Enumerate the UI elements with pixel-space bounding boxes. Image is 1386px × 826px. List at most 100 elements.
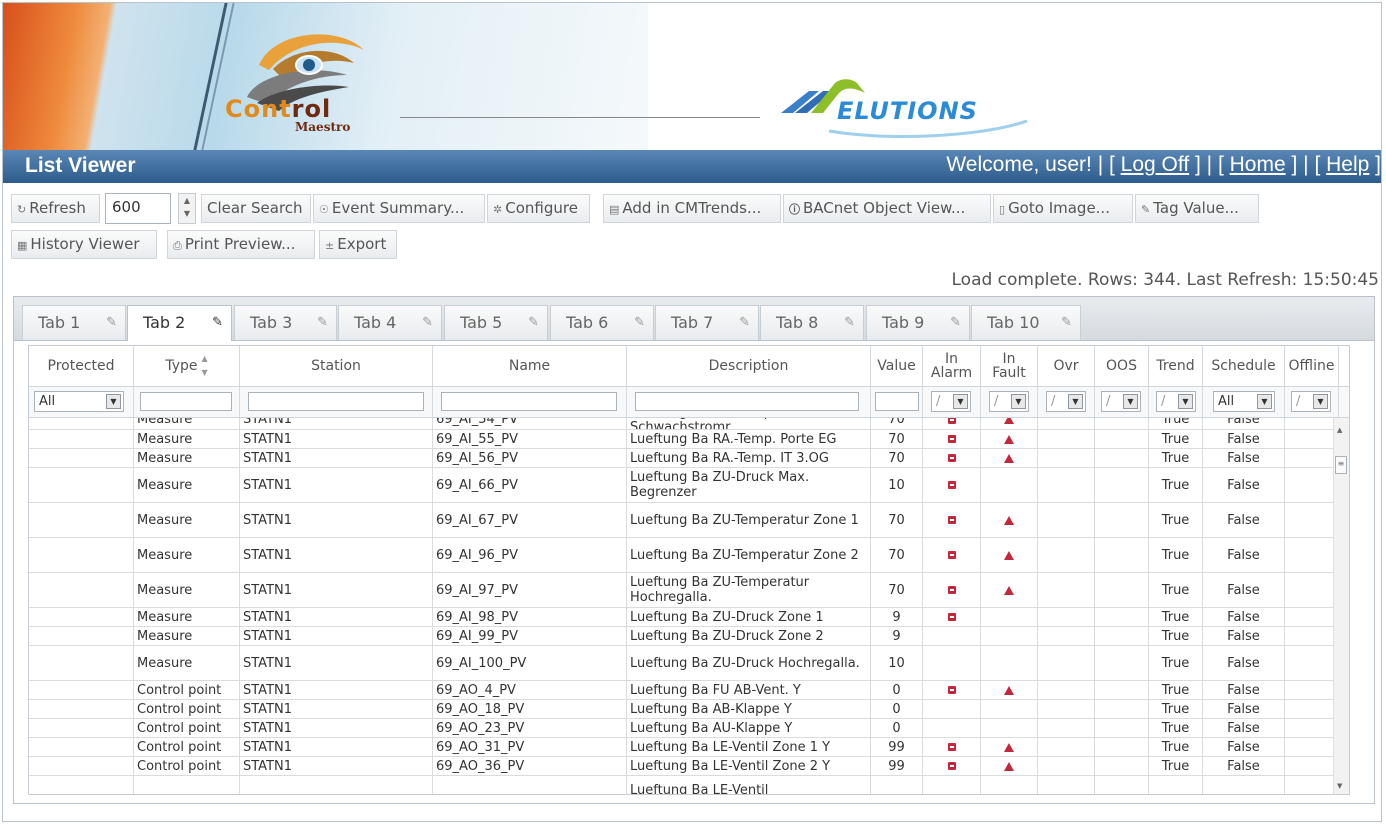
table-row[interactable]: Measure STATN1 69_AI_56_PV Lueftung Ba RA.-… — [29, 449, 1334, 468]
table-row[interactable]: Measure STATN1 69_AI_97_PV Lueftung Ba ZU-T… — [29, 573, 1334, 608]
tab-3[interactable]: Tab 3 ✎ — [234, 305, 337, 340]
dropdown-icon: ▼ — [1257, 394, 1272, 409]
trend-filter-select[interactable]: / ▼ — [1156, 391, 1196, 412]
table-row[interactable]: Measure STATN1 69_AI_98_PV Lueftung Ba ZU-D… — [29, 608, 1334, 627]
tab-2[interactable]: Tab 2 ✎ — [127, 305, 232, 341]
tab-8[interactable]: Tab 8 ✎ — [760, 305, 864, 340]
empty-cell — [1038, 468, 1095, 502]
in-fault-cell — [981, 700, 1038, 718]
scrollbar-thumb[interactable]: ≡ — [1335, 456, 1347, 474]
help-link[interactable]: Help — [1326, 153, 1369, 176]
table-row[interactable]: Control point STATN1 69_AO_36_PV Lueftung B… — [29, 757, 1334, 776]
tab-1[interactable]: Tab 1 ✎ — [22, 305, 126, 340]
refresh-interval-stepper[interactable]: ▲ ▼ — [178, 193, 196, 224]
scroll-down-icon[interactable]: ▼ — [1337, 782, 1342, 790]
edit-icon[interactable]: ✎ — [1061, 306, 1072, 339]
home-link[interactable]: Home — [1230, 153, 1286, 176]
oos-filter-select[interactable]: / ▼ — [1101, 391, 1141, 412]
edit-icon[interactable]: ✎ — [634, 306, 645, 339]
table-row[interactable]: Measure STATN1 69_AI_99_PV Lueftung Ba ZU-D… — [29, 627, 1334, 646]
table-row[interactable]: Lueftung Ba LE-Ventil — [29, 776, 1334, 794]
column-header-type[interactable]: Type ▲ ▼ — [134, 346, 240, 386]
column-header-protected[interactable]: Protected — [29, 346, 134, 386]
goto-image-button[interactable]: ▯ Goto Image... — [993, 194, 1133, 223]
in-alarm-cell — [923, 608, 981, 626]
table-row[interactable]: Control point STATN1 69_AO_23_PV Lueftung B… — [29, 719, 1334, 738]
table-row[interactable]: Control point STATN1 69_AO_31_PV Lueftung B… — [29, 738, 1334, 757]
tab-9[interactable]: Tab 9 ✎ — [866, 305, 970, 340]
column-header-trend[interactable]: Trend — [1149, 346, 1203, 386]
table-row[interactable]: MeasureSTATN169_AI_54_PVLueftung Ba RA.-… — [29, 418, 1334, 430]
edit-icon[interactable]: ✎ — [317, 306, 328, 339]
protected-filter-select[interactable]: All ▼ — [34, 391, 124, 412]
column-header-oos[interactable]: OOS — [1095, 346, 1149, 386]
type-cell: Control point — [134, 681, 240, 699]
edit-icon[interactable]: ✎ — [106, 306, 117, 339]
empty-cell — [1038, 418, 1095, 429]
empty-cell — [1095, 681, 1149, 699]
table-row[interactable]: Measure STATN1 69_AI_66_PV Lueftung Ba ZU-D… — [29, 468, 1334, 503]
table-row[interactable]: Measure STATN1 69_AI_67_PV Lueftung Ba ZU-T… — [29, 503, 1334, 538]
table-row[interactable]: Measure STATN1 69_AI_100_PV Lueftung Ba ZU-… — [29, 646, 1334, 681]
scroll-up-icon[interactable]: ▲ — [1337, 426, 1342, 434]
history-viewer-button[interactable]: ▦ History Viewer — [11, 230, 157, 259]
tab-10[interactable]: Tab 10 ✎ — [971, 305, 1081, 340]
edit-icon[interactable]: ✎ — [422, 306, 433, 339]
table-row[interactable]: Control point STATN1 69_AO_4_PV Lueftung Ba… — [29, 681, 1334, 700]
tab-4[interactable]: Tab 4 ✎ — [338, 305, 442, 340]
edit-icon[interactable]: ✎ — [212, 306, 223, 339]
column-header-ovr[interactable]: Ovr — [1038, 346, 1095, 386]
print-preview-button[interactable]: ⎙ Print Preview... — [167, 230, 315, 259]
tab-5[interactable]: Tab 5 ✎ — [444, 305, 548, 340]
refresh-interval-input[interactable]: 600 — [105, 193, 171, 224]
empty-cell — [29, 700, 134, 718]
column-header-name[interactable]: Name — [433, 346, 627, 386]
edit-icon[interactable]: ✎ — [739, 306, 750, 339]
offline-filter-select[interactable]: / ▼ — [1291, 391, 1331, 412]
event-summary-button[interactable]: ☉ Event Summary... — [313, 194, 485, 223]
alarm-icon — [947, 454, 956, 462]
table-row[interactable]: Control point STATN1 69_AO_18_PV Lueftung B… — [29, 700, 1334, 719]
tag-value-button[interactable]: ✎ Tag Value... — [1135, 194, 1259, 223]
log-off-link[interactable]: Log Off — [1121, 153, 1190, 176]
vertical-scrollbar[interactable]: ▲ ≡ ▼ — [1333, 418, 1349, 794]
column-header-in-alarm[interactable]: In Alarm — [923, 346, 981, 386]
refresh-button[interactable]: ↻ Refresh — [11, 194, 100, 223]
in-fault-cell — [981, 608, 1038, 626]
name-filter-input[interactable] — [441, 392, 617, 411]
description-filter-input[interactable] — [635, 392, 859, 411]
value-cell: 0 — [871, 681, 923, 699]
column-header-offline[interactable]: Offline — [1285, 346, 1339, 386]
value-filter-input[interactable] — [875, 392, 919, 411]
bacnet-object-view-button[interactable]: ⓘ BACnet Object View... — [783, 194, 991, 223]
table-row[interactable]: Measure STATN1 69_AI_55_PV Lueftung Ba RA.-… — [29, 430, 1334, 449]
in-fault-cell — [981, 418, 1038, 429]
welcome-text: Welcome, user! — [946, 153, 1092, 176]
export-button[interactable]: ± Export — [319, 230, 397, 259]
table-row[interactable]: Measure STATN1 69_AI_96_PV Lueftung Ba ZU-T… — [29, 538, 1334, 573]
column-header-station[interactable]: Station — [240, 346, 433, 386]
trend-cell: True — [1149, 627, 1203, 645]
column-header-description[interactable]: Description — [627, 346, 871, 386]
column-header-value[interactable]: Value — [871, 346, 923, 386]
schedule-filter-select[interactable]: All ▼ — [1213, 391, 1275, 412]
type-cell: Measure — [134, 573, 240, 607]
column-header-in-fault[interactable]: In Fault — [981, 346, 1038, 386]
clear-search-button[interactable]: Clear Search — [201, 194, 311, 223]
column-header-schedule[interactable]: Schedule — [1203, 346, 1285, 386]
edit-icon[interactable]: ✎ — [950, 306, 961, 339]
tab-7[interactable]: Tab 7 ✎ — [655, 305, 759, 340]
configure-button[interactable]: ✲ Configure — [487, 194, 590, 223]
edit-icon[interactable]: ✎ — [528, 306, 539, 339]
edit-icon[interactable]: ✎ — [844, 306, 855, 339]
empty-cell — [29, 627, 134, 645]
add-in-cmtrends-button[interactable]: ▤ Add in CMTrends... — [603, 194, 781, 223]
ovr-filter-select[interactable]: / ▼ — [1046, 391, 1086, 412]
print-icon: ⎙ — [173, 239, 182, 252]
tab-6[interactable]: Tab 6 ✎ — [550, 305, 654, 340]
in-alarm-filter-select[interactable]: / ▼ — [931, 391, 971, 412]
in-fault-filter-select[interactable]: / ▼ — [989, 391, 1029, 412]
station-filter-input[interactable] — [248, 392, 424, 411]
type-filter-input[interactable] — [140, 392, 232, 411]
description-cell: Lueftung Ba ZU-Temperatur Zone 2 — [627, 538, 871, 572]
